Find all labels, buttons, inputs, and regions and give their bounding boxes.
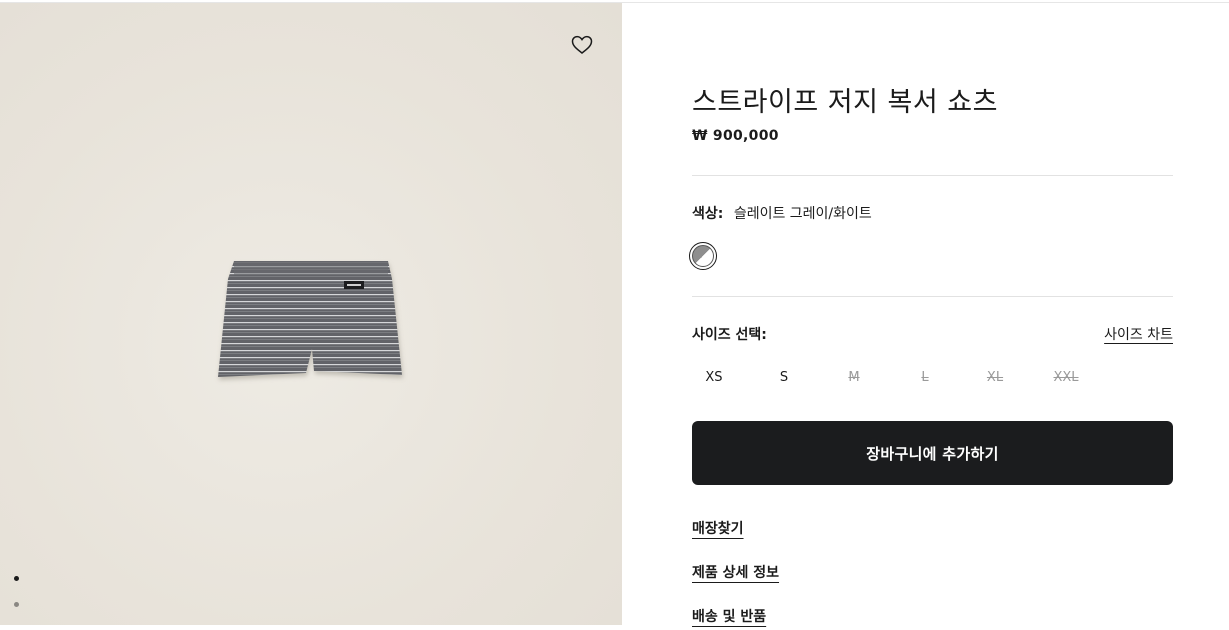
size-options: XS S M L XL XXL — [692, 358, 1112, 398]
product-price: ₩ 900,000 — [692, 128, 779, 144]
divider — [692, 296, 1173, 297]
product-title: 스트라이프 저지 복서 쇼츠 — [692, 87, 998, 118]
size-option-xs[interactable]: XS — [692, 358, 736, 398]
heart-outline-icon[interactable] — [570, 33, 594, 57]
size-option-s[interactable]: S — [762, 358, 806, 398]
add-to-cart-button[interactable]: 장바구니에 추가하기 — [692, 421, 1173, 485]
color-label: 색상: — [692, 206, 724, 222]
color-swatch-selected[interactable] — [689, 242, 717, 270]
size-option-l: L — [921, 370, 929, 385]
shipping-returns-link[interactable]: 배송 및 반품 — [692, 606, 766, 626]
product-details-link[interactable]: 제품 상세 정보 — [692, 562, 779, 582]
color-swatch-fill — [692, 245, 714, 267]
gallery-dot-1[interactable] — [14, 576, 19, 581]
color-value: 슬레이트 그레이/화이트 — [733, 206, 872, 222]
size-chart-link[interactable]: 사이즈 차트 — [1104, 324, 1173, 344]
size-label: 사이즈 선택: — [692, 327, 767, 343]
product-image — [218, 261, 402, 377]
color-row: 색상: 슬레이트 그레이/화이트 — [692, 203, 872, 223]
size-option-xxl: XXL — [1053, 370, 1079, 385]
divider — [692, 175, 1173, 176]
size-option-xl: XL — [986, 370, 1004, 385]
product-gallery[interactable] — [0, 3, 622, 625]
gallery-dot-2[interactable] — [14, 602, 19, 607]
size-option-m: M — [848, 370, 860, 385]
store-finder-link[interactable]: 매장찾기 — [692, 518, 744, 538]
